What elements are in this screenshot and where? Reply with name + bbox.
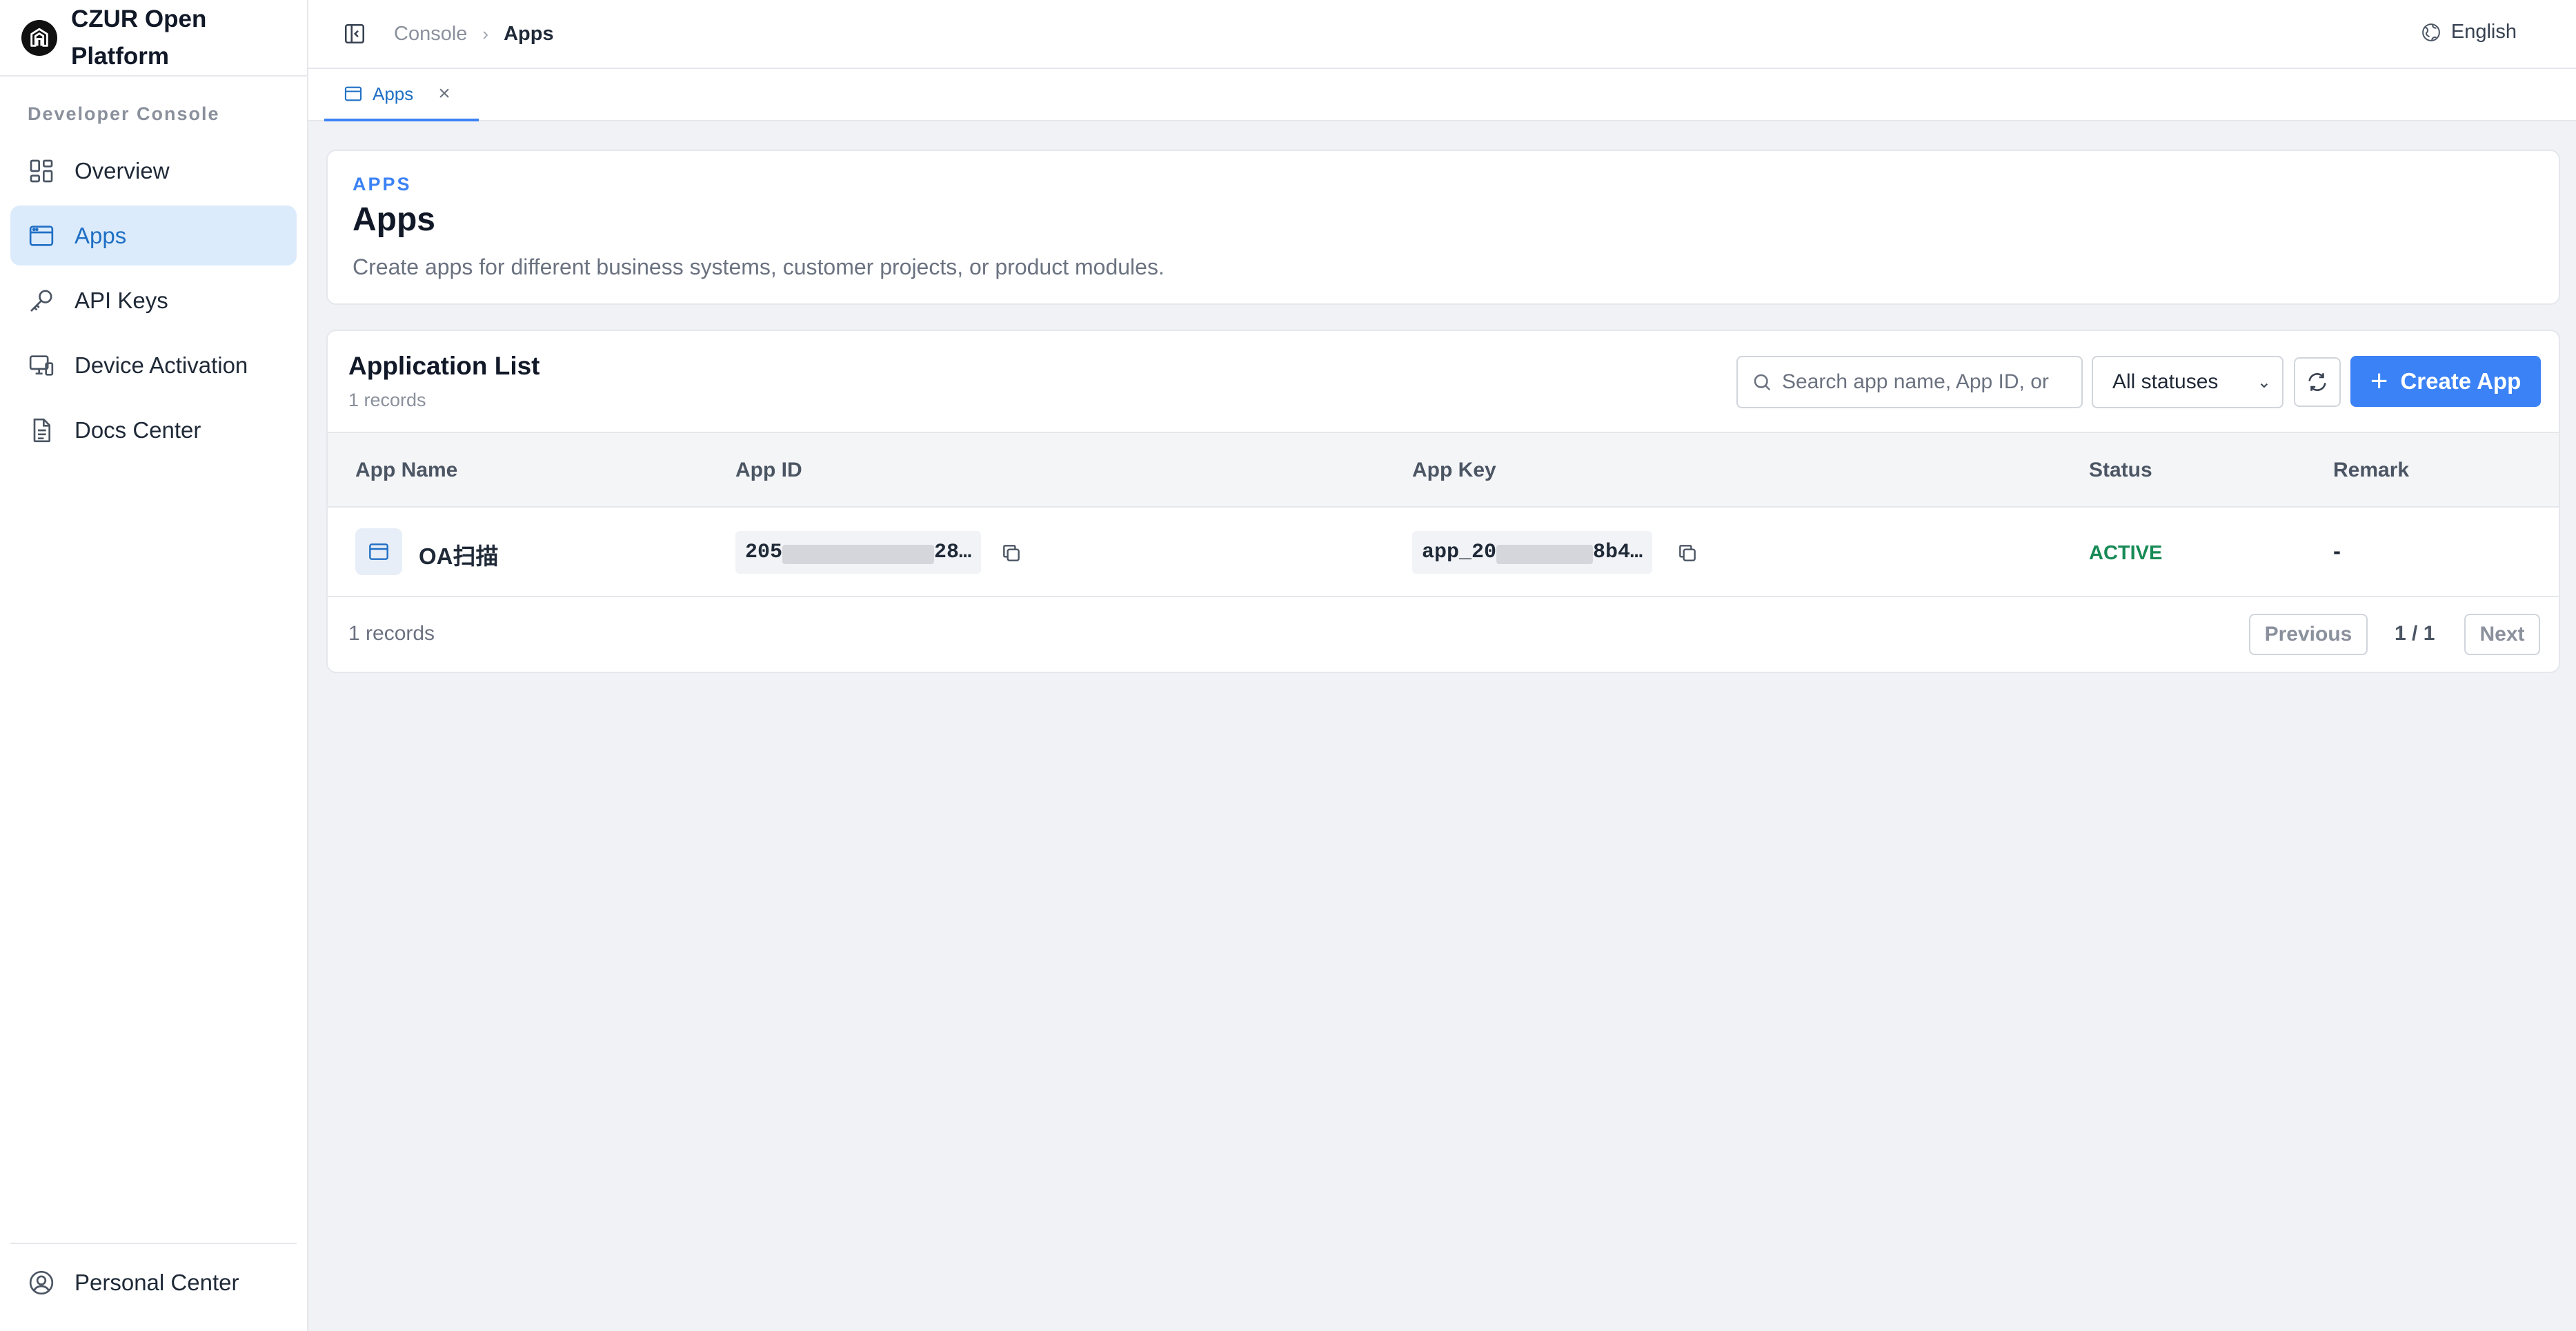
column-header-status: Status [2089, 459, 2152, 481]
device-icon [28, 352, 55, 379]
column-header-remark: Remark [2333, 459, 2410, 481]
app-key-cell: app_20 8b4… [1412, 531, 1653, 574]
status-filter-value: All statuses [2112, 370, 2219, 393]
sidebar-item-label: Apps [75, 222, 127, 248]
create-app-button[interactable]: + Create App [2350, 356, 2541, 407]
redacted-block [782, 545, 935, 564]
column-header-app-id: App ID [735, 459, 802, 481]
sidebar-item-label: Overview [75, 157, 170, 183]
section-label: Developer Console [28, 103, 220, 124]
table-header: App Name App ID App Key Status Remark [328, 432, 2559, 508]
footer-record-count: 1 records [348, 622, 435, 645]
list-record-count: 1 records [348, 390, 426, 410]
tab-bar: Apps × [308, 69, 2576, 121]
table-row[interactable]: OA扫描 205 28… app_20 8b4… ACTIVE - [328, 508, 2559, 597]
sidebar-item-docs-center[interactable]: Docs Center [10, 400, 297, 460]
app-id-cell: 205 28… [735, 531, 982, 574]
sidebar-item-api-keys[interactable]: API Keys [10, 270, 297, 330]
sidebar-nav: Overview Apps API Keys Device Activation… [10, 141, 297, 465]
app-name-cell: OA扫描 [419, 543, 499, 569]
app-key-prefix: app_20 [1422, 541, 1497, 564]
breadcrumb-console[interactable]: Console [394, 23, 467, 46]
page-header-card: APPS Apps Create apps for different busi… [326, 150, 2560, 305]
refresh-icon [2308, 373, 2326, 391]
tab-label: Apps [373, 83, 414, 104]
previous-page-button[interactable]: Previous [2249, 614, 2368, 655]
globe-icon [2422, 23, 2440, 41]
sidebar-footer: Personal Center [10, 1243, 297, 1317]
language-switcher[interactable]: English [2421, 21, 2517, 43]
language-label: English [2450, 21, 2517, 43]
sidebar-item-personal-center[interactable]: Personal Center [10, 1252, 297, 1312]
refresh-button[interactable] [2294, 357, 2341, 407]
remark-cell: - [2333, 538, 2341, 563]
sidebar-collapse-icon[interactable] [343, 22, 366, 46]
app-window-icon [28, 222, 55, 250]
status-badge: ACTIVE [2089, 542, 2163, 564]
page-description: Create apps for different business syste… [353, 254, 1165, 279]
sidebar: CZUR Open Platform Developer Console Ove… [0, 0, 308, 1331]
brand-name: CZUR Open Platform [71, 5, 207, 70]
sidebar-item-device-activation[interactable]: Device Activation [10, 335, 297, 395]
topbar: Console › Apps English [308, 0, 2576, 69]
close-icon[interactable]: × [438, 82, 450, 106]
column-header-app-key: App Key [1412, 459, 1496, 481]
app-id-suffix: 28… [934, 541, 972, 564]
app-window-icon [344, 86, 362, 101]
sidebar-item-overview[interactable]: Overview [10, 141, 297, 201]
grid-icon [28, 157, 55, 185]
page-indicator: 1 / 1 [2395, 622, 2435, 645]
breadcrumb-current: Apps [504, 22, 554, 45]
document-icon [28, 417, 55, 444]
app-key-suffix: 8b4… [1593, 541, 1643, 564]
brand[interactable]: CZUR Open Platform [0, 0, 307, 77]
redacted-block [1496, 545, 1594, 564]
tab-apps[interactable]: Apps × [324, 69, 479, 121]
page-eyebrow: APPS [353, 174, 412, 194]
plus-icon: + [2370, 364, 2388, 398]
application-list-card: Application List 1 records All statuses … [326, 330, 2560, 673]
sidebar-item-label: Docs Center [75, 417, 201, 443]
create-app-label: Create App [2400, 368, 2521, 394]
page-title: Apps [353, 201, 435, 238]
search-input[interactable] [1782, 370, 2072, 394]
next-page-button[interactable]: Next [2464, 614, 2540, 655]
column-header-app-name: App Name [355, 459, 458, 481]
copy-icon[interactable] [1676, 542, 1698, 564]
app-window-icon [355, 528, 402, 575]
list-title: Application List [348, 352, 540, 380]
sidebar-item-apps[interactable]: Apps [10, 206, 297, 266]
copy-icon[interactable] [1000, 542, 1022, 564]
search-box[interactable] [1736, 356, 2083, 408]
breadcrumb-chevron-icon: › [482, 23, 489, 44]
search-icon [1754, 374, 1771, 391]
sidebar-item-label: Device Activation [75, 352, 248, 378]
czur-logo-icon [21, 19, 57, 56]
key-icon [28, 287, 55, 314]
user-circle-icon [28, 1269, 55, 1297]
chevron-down-icon: ⌄ [2257, 373, 2271, 392]
sidebar-item-label: Personal Center [75, 1269, 239, 1295]
app-id-prefix: 205 [745, 541, 783, 564]
sidebar-item-label: API Keys [75, 287, 168, 313]
status-filter-select[interactable]: All statuses ⌄ [2092, 356, 2283, 408]
